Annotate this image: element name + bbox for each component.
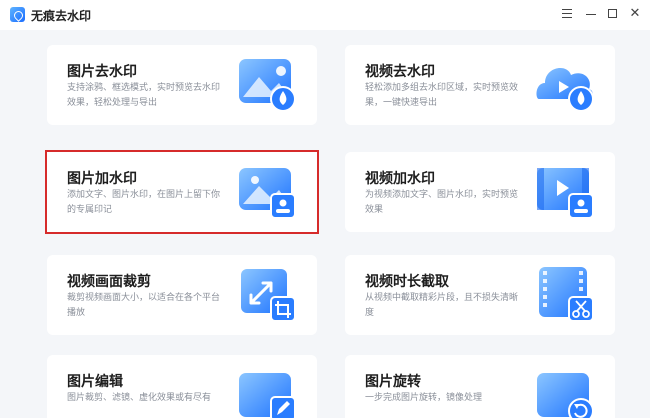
- video-add-watermark-icon: [537, 168, 594, 219]
- card-title: 图片加水印: [67, 171, 137, 187]
- card-title: 视频画面裁剪: [67, 274, 151, 290]
- card-title: 视频加水印: [365, 171, 435, 187]
- title-bar: 无痕去水印 ✕: [0, 0, 650, 30]
- video-remove-watermark-icon: [536, 68, 594, 112]
- image-remove-watermark-icon: [239, 59, 296, 112]
- image-edit-icon: [239, 373, 296, 418]
- card-title: 视频去水印: [365, 64, 435, 80]
- app-logo-icon: [10, 7, 25, 22]
- card-image-add-watermark[interactable]: 图片加水印 添加文字、图片水印，在图片上留下你的专属印记: [45, 150, 319, 234]
- card-image-rotate[interactable]: 图片旋转 一步完成图片旋转，镜像处理: [345, 355, 615, 418]
- card-description: 添加文字、图片水印，在图片上留下你的专属印记: [67, 190, 221, 215]
- card-title: 图片编辑: [67, 374, 123, 390]
- card-description: 支持涂鸦、框选模式，实时预览去水印效果，轻松处理与导出: [67, 83, 221, 108]
- card-description: 轻松添加多组去水印区域，实时预览效果，一键快速导出: [365, 83, 519, 108]
- card-title: 图片去水印: [67, 64, 137, 80]
- card-image-remove-watermark[interactable]: 图片去水印 支持涂鸦、框选模式，实时预览去水印效果，轻松处理与导出: [47, 45, 317, 125]
- card-video-crop[interactable]: 视频画面裁剪 裁剪视频画面大小，以适合在各个平台播放: [47, 255, 317, 335]
- image-rotate-icon: [537, 373, 594, 418]
- minimize-icon[interactable]: [580, 4, 602, 24]
- card-description: 图片裁剪、滤镜、虚化效果或有尽有: [67, 393, 212, 403]
- card-description: 为视频添加文字、图片水印，实时预览效果: [365, 190, 519, 215]
- card-title: 视频时长截取: [365, 274, 449, 290]
- close-icon[interactable]: ✕: [624, 4, 646, 24]
- card-description: 裁剪视频画面大小，以适合在各个平台播放: [67, 293, 221, 318]
- image-add-watermark-icon: [239, 168, 296, 219]
- maximize-icon[interactable]: [602, 4, 624, 24]
- card-image-edit[interactable]: 图片编辑 图片裁剪、滤镜、虚化效果或有尽有: [47, 355, 317, 418]
- video-crop-icon: [241, 269, 296, 322]
- app-title: 无痕去水印: [31, 9, 92, 23]
- card-video-trim[interactable]: 视频时长截取 从视频中截取精彩片段，且不损失清晰度: [345, 255, 615, 335]
- card-video-remove-watermark[interactable]: 视频去水印 轻松添加多组去水印区域，实时预览效果，一键快速导出: [345, 45, 615, 125]
- card-description: 从视频中截取精彩片段，且不损失清晰度: [365, 293, 519, 318]
- video-trim-icon: [539, 267, 594, 322]
- card-video-add-watermark[interactable]: 视频加水印 为视频添加文字、图片水印，实时预览效果: [345, 152, 615, 232]
- card-description: 一步完成图片旋转，镜像处理: [365, 393, 483, 403]
- menu-icon[interactable]: [556, 4, 578, 24]
- card-title: 图片旋转: [365, 374, 421, 390]
